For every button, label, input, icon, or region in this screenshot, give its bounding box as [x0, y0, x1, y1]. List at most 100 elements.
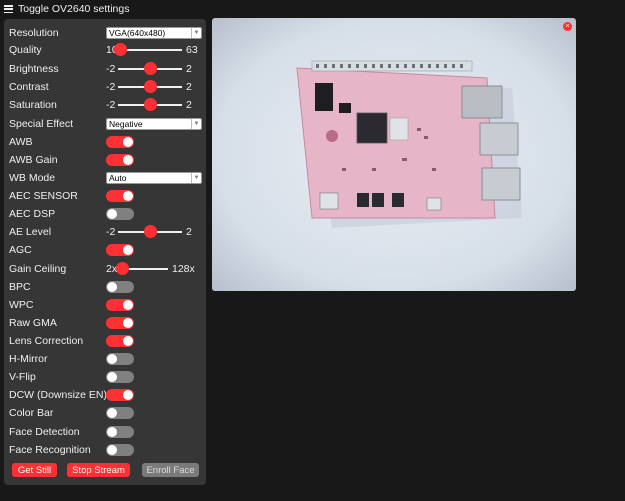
- contrast-slider[interactable]: -2 2: [106, 80, 192, 93]
- aec-dsp-label: AEC DSP: [9, 208, 56, 220]
- header-bar[interactable]: Toggle OV2640 settings: [0, 0, 130, 18]
- resolution-row: Resolution VGA(640x480) ▼: [9, 25, 202, 41]
- awb-row: AWB: [9, 134, 201, 150]
- resolution-value: VGA(640x480): [109, 28, 166, 38]
- brightness-min: -2: [106, 63, 116, 75]
- quality-label: Quality: [9, 44, 42, 56]
- gain-ceiling-row: Gain Ceiling 2x 128x: [9, 261, 201, 277]
- gain-ceiling-max: 128x: [172, 263, 195, 275]
- saturation-track[interactable]: [118, 98, 182, 111]
- contrast-label: Contrast: [9, 81, 49, 93]
- enroll-face-button[interactable]: Enroll Face: [142, 463, 199, 477]
- resolution-label: Resolution: [9, 27, 59, 39]
- aec-sensor-row: AEC SENSOR: [9, 188, 201, 204]
- ae-level-thumb[interactable]: [144, 225, 157, 238]
- awb-gain-label: AWB Gain: [9, 154, 58, 166]
- h-mirror-toggle[interactable]: [106, 353, 134, 365]
- brightness-slider[interactable]: -2 2: [106, 62, 192, 75]
- gain-ceiling-slider[interactable]: 2x 128x: [106, 262, 195, 275]
- quality-row: Quality 10 63: [9, 42, 201, 58]
- face-recognition-label: Face Recognition: [9, 444, 91, 456]
- aec-dsp-row: AEC DSP: [9, 206, 201, 222]
- wb-mode-value: Auto: [109, 173, 127, 183]
- quality-slider[interactable]: 10 63: [106, 43, 198, 56]
- color-bar-toggle[interactable]: [106, 407, 134, 419]
- face-recognition-toggle[interactable]: [106, 444, 134, 456]
- contrast-row: Contrast -2 2: [9, 79, 201, 95]
- agc-label: AGC: [9, 244, 32, 256]
- ae-level-label: AE Level: [9, 226, 52, 238]
- brightness-row: Brightness -2 2: [9, 61, 201, 77]
- color-bar-row: Color Bar: [9, 405, 201, 421]
- face-detection-toggle[interactable]: [106, 426, 134, 438]
- saturation-row: Saturation -2 2: [9, 97, 201, 113]
- resolution-select[interactable]: VGA(640x480) ▼: [106, 27, 202, 39]
- ae-level-row: AE Level -2 2: [9, 224, 201, 240]
- saturation-max: 2: [186, 99, 192, 111]
- raw-gma-toggle[interactable]: [106, 317, 134, 329]
- aec-dsp-toggle[interactable]: [106, 208, 134, 220]
- wb-mode-row: WB Mode Auto ▼: [9, 170, 202, 186]
- agc-toggle[interactable]: [106, 244, 134, 256]
- ae-level-track[interactable]: [118, 225, 182, 238]
- dcw-row: DCW (Downsize EN): [9, 387, 201, 403]
- get-still-button[interactable]: Get Still: [12, 463, 57, 477]
- chevron-down-icon: ▼: [191, 119, 201, 129]
- special-effect-value: Negative: [109, 119, 143, 129]
- contrast-max: 2: [186, 81, 192, 93]
- v-flip-toggle[interactable]: [106, 371, 134, 383]
- saturation-label: Saturation: [9, 99, 57, 111]
- raw-gma-row: Raw GMA: [9, 315, 201, 331]
- gain-ceiling-thumb[interactable]: [116, 262, 129, 275]
- stream-container: ×: [212, 18, 576, 291]
- saturation-thumb[interactable]: [144, 98, 157, 111]
- contrast-thumb[interactable]: [144, 80, 157, 93]
- ae-level-slider[interactable]: -2 2: [106, 225, 192, 238]
- wpc-row: WPC: [9, 297, 201, 313]
- wb-mode-select[interactable]: Auto ▼: [106, 172, 202, 184]
- face-detection-label: Face Detection: [9, 426, 80, 438]
- v-flip-row: V-Flip: [9, 369, 201, 385]
- lens-correction-row: Lens Correction: [9, 333, 201, 349]
- aec-sensor-toggle[interactable]: [106, 190, 134, 202]
- nav-toggle-label[interactable]: Toggle OV2640 settings: [18, 3, 130, 15]
- quality-track[interactable]: [113, 43, 182, 56]
- wb-mode-label: WB Mode: [9, 172, 56, 184]
- chevron-down-icon: ▼: [191, 173, 201, 183]
- awb-label: AWB: [9, 136, 33, 148]
- lens-correction-label: Lens Correction: [9, 335, 84, 347]
- brightness-track[interactable]: [118, 62, 182, 75]
- bpc-row: BPC: [9, 279, 201, 295]
- stream-image: [212, 18, 576, 291]
- ae-level-min: -2: [106, 226, 116, 238]
- h-mirror-row: H-Mirror: [9, 351, 201, 367]
- agc-row: AGC: [9, 242, 201, 258]
- brightness-label: Brightness: [9, 63, 59, 75]
- face-detection-row: Face Detection: [9, 424, 201, 440]
- awb-gain-row: AWB Gain: [9, 152, 201, 168]
- wpc-label: WPC: [9, 299, 34, 311]
- v-flip-label: V-Flip: [9, 371, 36, 383]
- lens-correction-toggle[interactable]: [106, 335, 134, 347]
- contrast-track[interactable]: [118, 80, 182, 93]
- close-icon[interactable]: ×: [563, 22, 572, 31]
- quality-max: 63: [186, 44, 198, 56]
- raw-gma-label: Raw GMA: [9, 317, 57, 329]
- wpc-toggle[interactable]: [106, 299, 134, 311]
- face-recognition-row: Face Recognition: [9, 442, 201, 458]
- chevron-down-icon: ▼: [191, 28, 201, 38]
- hamburger-icon[interactable]: [4, 5, 13, 13]
- special-effect-label: Special Effect: [9, 118, 74, 130]
- gain-ceiling-track[interactable]: [116, 262, 168, 275]
- dcw-toggle[interactable]: [106, 389, 134, 401]
- quality-thumb[interactable]: [113, 43, 127, 56]
- contrast-min: -2: [106, 81, 116, 93]
- awb-toggle[interactable]: [106, 136, 134, 148]
- saturation-slider[interactable]: -2 2: [106, 98, 192, 111]
- brightness-thumb[interactable]: [144, 62, 157, 75]
- special-effect-select[interactable]: Negative ▼: [106, 118, 202, 130]
- bpc-toggle[interactable]: [106, 281, 134, 293]
- ae-level-max: 2: [186, 226, 192, 238]
- stop-stream-button[interactable]: Stop Stream: [67, 463, 130, 477]
- awb-gain-toggle[interactable]: [106, 154, 134, 166]
